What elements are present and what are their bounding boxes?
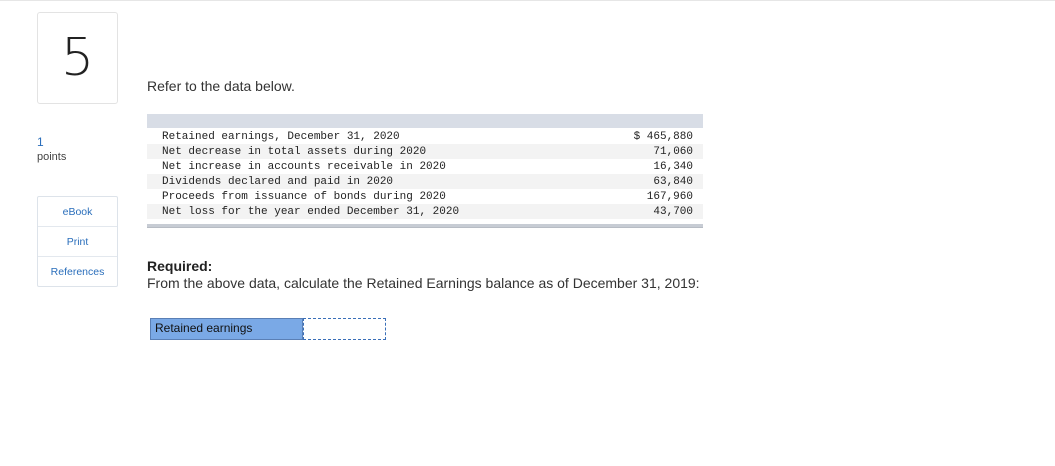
- table-row: Proceeds from issuance of bonds during 2…: [147, 189, 703, 204]
- row-value: 16,340: [653, 160, 693, 173]
- row-label: Retained earnings, December 31, 2020: [162, 130, 400, 143]
- table-row: Net increase in accounts receivable in 2…: [147, 159, 703, 174]
- table-header-bar: [147, 114, 703, 128]
- references-link[interactable]: References: [38, 257, 117, 286]
- print-link[interactable]: Print: [38, 227, 117, 257]
- intro-text: Refer to the data below.: [147, 78, 295, 94]
- row-label: Net decrease in total assets during 2020: [162, 145, 427, 158]
- table-footer-bar: [147, 224, 703, 228]
- data-table: Retained earnings, December 31, 2020 $ 4…: [147, 114, 703, 228]
- table-row: Net loss for the year ended December 31,…: [147, 204, 703, 219]
- row-label: Proceeds from issuance of bonds during 2…: [162, 190, 446, 203]
- row-label: Net increase in accounts receivable in 2…: [162, 160, 446, 173]
- table-row: Net decrease in total assets during 2020…: [147, 144, 703, 159]
- row-label: Dividends declared and paid in 2020: [162, 175, 394, 188]
- row-value: 43,700: [653, 205, 693, 218]
- table-row: Dividends declared and paid in 2020 63,8…: [147, 174, 703, 189]
- row-value: 71,060: [653, 145, 693, 158]
- question-number: 5: [37, 12, 118, 104]
- required-instructions: From the above data, calculate the Retai…: [147, 275, 700, 291]
- answer-row: Retained earnings: [150, 318, 386, 340]
- row-value: 63,840: [653, 175, 693, 188]
- row-label: Net loss for the year ended December 31,…: [162, 205, 460, 218]
- required-heading: Required:: [147, 258, 213, 274]
- answer-label: Retained earnings: [150, 318, 303, 340]
- points-value: 1: [37, 135, 44, 149]
- row-value: 167,960: [646, 190, 693, 203]
- resource-links: eBook Print References: [37, 196, 118, 287]
- row-value: $ 465,880: [633, 130, 693, 143]
- table-row: Retained earnings, December 31, 2020 $ 4…: [147, 129, 703, 144]
- top-divider: [0, 0, 1055, 1]
- points-label: points: [37, 151, 67, 163]
- ebook-link[interactable]: eBook: [38, 197, 117, 227]
- retained-earnings-input[interactable]: [303, 318, 386, 340]
